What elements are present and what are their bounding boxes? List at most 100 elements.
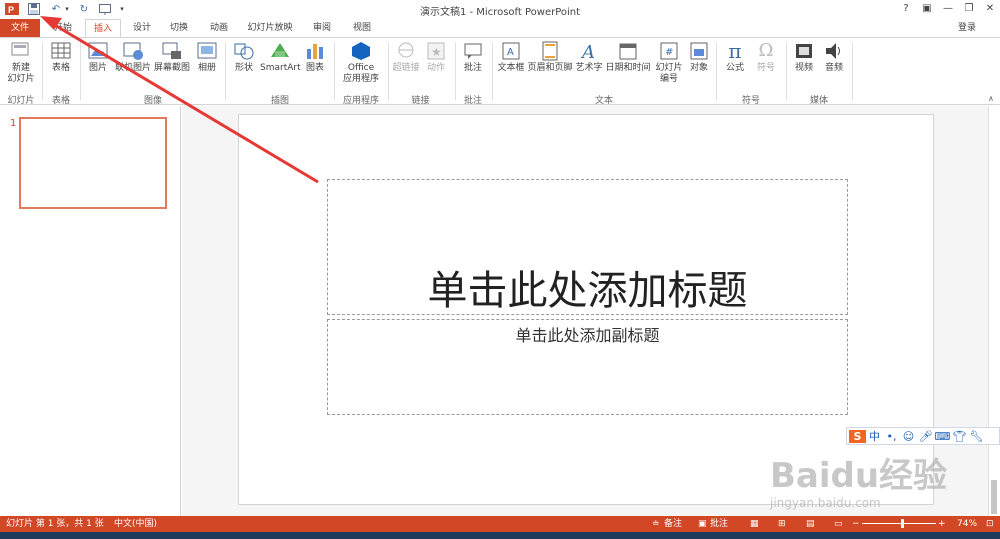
zoom-in-icon[interactable]: + xyxy=(938,516,946,532)
punctuation-icon[interactable]: •, xyxy=(883,430,900,443)
group-illustrations-label: 插图 xyxy=(270,96,289,106)
chart-label: 图表 xyxy=(305,63,324,73)
action-button[interactable]: ★ 动作 xyxy=(422,41,450,74)
fit-to-window-icon[interactable]: ⊡ xyxy=(986,516,994,532)
group-separator xyxy=(334,42,335,100)
tab-animations[interactable]: 动画 xyxy=(203,19,235,37)
emoji-icon[interactable]: ☺ xyxy=(900,430,917,443)
tab-view[interactable]: 视图 xyxy=(346,19,378,37)
screenshot-label: 屏幕截图 xyxy=(153,63,190,73)
table-button[interactable]: 表格 xyxy=(46,41,76,74)
title-placeholder-text: 单击此处添加标题 xyxy=(427,268,748,314)
header-footer-button[interactable]: 页眉和页脚 xyxy=(526,41,574,74)
online-picture-icon xyxy=(123,42,143,60)
hyperlink-button[interactable]: 超链接 xyxy=(391,41,421,74)
thumbnail-number: 1 xyxy=(10,118,17,129)
slide-canvas[interactable]: 单击此处添加标题 单击此处添加副标题 xyxy=(238,114,934,505)
smartart-button[interactable]: SmartArt xyxy=(260,41,301,74)
status-bar: 幻灯片 第 1 张，共 1 张 中文(中国) ≐ 备注 ▣ 批注 ▦ ⊞ ▤ ▭… xyxy=(0,516,1000,532)
ribbon-display-options-icon[interactable]: ▣ xyxy=(917,1,937,17)
tab-design[interactable]: 设计 xyxy=(126,19,158,37)
datetime-button[interactable]: 日期和时间 xyxy=(604,41,652,74)
skin-icon[interactable]: 👕︎ xyxy=(951,430,968,443)
slide-sorter-icon[interactable]: ⊞ xyxy=(778,516,786,532)
title-placeholder[interactable]: 单击此处添加标题 xyxy=(327,179,848,315)
slide-count-status: 幻灯片 第 1 张，共 1 张 xyxy=(6,519,104,529)
shapes-button[interactable]: 形状 xyxy=(230,41,258,74)
slide-thumbnail[interactable] xyxy=(19,117,167,209)
wordart-label: 艺术字 xyxy=(575,63,603,73)
audio-label: 音频 xyxy=(824,63,843,73)
chart-button[interactable]: 图表 xyxy=(302,41,328,74)
svg-text:★: ★ xyxy=(431,45,442,59)
slide-number-button[interactable]: # 幻灯片 编号 xyxy=(652,41,686,85)
zoom-slider-thumb[interactable] xyxy=(901,519,904,528)
comment-label: 批注 xyxy=(463,63,482,73)
comment-button[interactable]: 批注 xyxy=(459,41,487,74)
new-slide-button[interactable]: 新建 幻灯片 xyxy=(4,41,38,85)
wrench-icon[interactable]: 🔧︎ xyxy=(968,430,985,443)
zoom-level[interactable]: 74% xyxy=(957,516,977,532)
group-separator xyxy=(225,42,226,100)
object-button[interactable]: 对象 xyxy=(686,41,712,74)
zoom-slider[interactable] xyxy=(862,519,936,528)
tab-review[interactable]: 审阅 xyxy=(306,19,338,37)
group-separator xyxy=(492,42,493,100)
textbox-button[interactable]: A 文本框 xyxy=(496,41,526,74)
tab-insert[interactable]: 插入 xyxy=(85,19,121,38)
minimize-button[interactable]: — xyxy=(938,1,958,17)
ime-lang-indicator[interactable]: 中 xyxy=(866,428,883,444)
subtitle-placeholder[interactable]: 单击此处添加副标题 xyxy=(327,319,848,415)
watermark-logo-text: Baidu经验 xyxy=(770,456,948,496)
ime-toolbar[interactable]: S 中 •, ☺ 🎤︎ ⌨ 👕︎ 🔧︎ xyxy=(846,427,1000,445)
help-button[interactable]: ? xyxy=(896,1,916,17)
picture-button[interactable]: 图片 xyxy=(84,41,112,74)
office-apps-button[interactable]: Office 应用程序 xyxy=(338,41,384,85)
album-button[interactable]: 相册 xyxy=(194,41,220,74)
tab-file[interactable]: 文件 xyxy=(0,19,40,37)
speaker-icon xyxy=(826,43,840,59)
smartart-icon xyxy=(271,43,289,57)
login-link[interactable]: 登录 xyxy=(952,19,982,37)
video-button[interactable]: 视频 xyxy=(790,41,818,74)
online-picture-button[interactable]: 联机图片 xyxy=(114,41,152,74)
comments-icon[interactable]: ▣ xyxy=(698,516,707,532)
smartart-label: SmartArt xyxy=(260,63,301,73)
slideshow-icon[interactable]: ▭ xyxy=(834,516,843,532)
reading-view-icon[interactable]: ▤ xyxy=(806,516,815,532)
subtitle-placeholder-text: 单击此处添加副标题 xyxy=(515,326,660,345)
tab-transitions[interactable]: 切换 xyxy=(163,19,195,37)
comments-button[interactable]: 批注 xyxy=(710,516,728,532)
group-separator xyxy=(716,42,717,100)
tab-slide-show[interactable]: 幻灯片放映 xyxy=(242,19,298,37)
group-separator xyxy=(852,42,853,100)
textbox-icon: A xyxy=(502,42,520,60)
notes-button[interactable]: 备注 xyxy=(664,516,682,532)
normal-view-icon[interactable]: ▦ xyxy=(750,516,759,532)
microphone-icon[interactable]: 🎤︎ xyxy=(917,430,934,443)
language-status[interactable]: 中文(中国) xyxy=(114,516,157,532)
group-separator xyxy=(42,42,43,100)
scroll-thumb[interactable] xyxy=(991,480,997,514)
zoom-out-icon[interactable]: − xyxy=(852,516,860,532)
audio-button[interactable]: 音频 xyxy=(820,41,848,74)
chart-icon xyxy=(307,44,323,59)
screenshot-icon xyxy=(162,42,181,59)
ribbon-tabs: 文件 开始 插入 设计 切换 动画 幻灯片放映 审阅 视图 登录 xyxy=(0,19,1000,38)
collapse-ribbon-icon[interactable]: ∧ xyxy=(988,94,994,103)
office-apps-label: Office 应用程序 xyxy=(342,63,379,84)
restore-button[interactable]: ❐ xyxy=(959,1,979,17)
tab-home[interactable]: 开始 xyxy=(46,19,80,37)
watermark-url: jingyan.baidu.com xyxy=(770,496,881,510)
symbol-button[interactable]: Ω 符号 xyxy=(752,41,780,74)
screenshot-button[interactable]: 屏幕截图 xyxy=(152,41,192,74)
comment-icon xyxy=(464,43,482,59)
notes-icon[interactable]: ≐ xyxy=(652,516,660,532)
table-icon xyxy=(51,42,71,59)
group-separator xyxy=(80,42,81,100)
wordart-icon: A xyxy=(580,42,595,61)
wordart-button[interactable]: A 艺术字 xyxy=(574,41,604,74)
equation-button[interactable]: π 公式 xyxy=(720,41,750,74)
keyboard-icon[interactable]: ⌨ xyxy=(934,430,951,443)
close-button[interactable]: ✕ xyxy=(980,1,1000,17)
